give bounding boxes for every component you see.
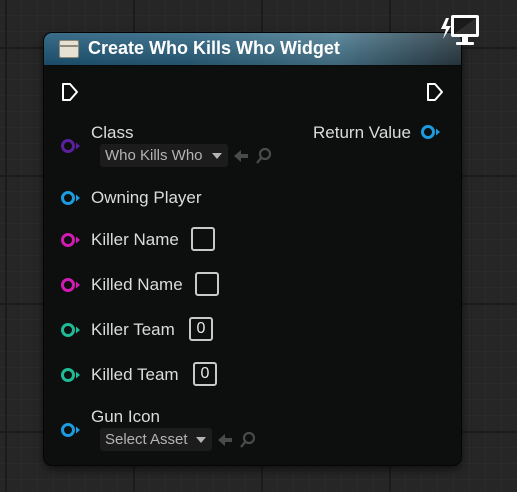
class-pin[interactable] [60, 139, 82, 153]
gun-icon-asset-value: Select Asset [105, 431, 188, 448]
node-title: Create Who Kills Who Widget [88, 38, 340, 58]
use-selected-arrow-icon [234, 150, 248, 162]
owning-player-pin[interactable] [60, 191, 82, 205]
killer-team-input[interactable]: 0 [189, 317, 213, 341]
class-dropdown[interactable]: Who Kills Who [100, 144, 228, 167]
class-dropdown-value: Who Kills Who [105, 147, 203, 164]
search-icon [256, 147, 272, 164]
killer-name-input[interactable] [191, 227, 215, 251]
node-header[interactable]: Create Who Kills Who Widget [44, 33, 461, 66]
class-browse-tools[interactable] [233, 146, 275, 166]
blueprint-node[interactable]: Create Who Kills Who Widget Class Who Ki… [44, 33, 461, 465]
owning-player-label: Owning Player [91, 188, 202, 207]
killer-name-label: Killer Name [91, 230, 179, 249]
return-value-pin[interactable] [420, 125, 442, 139]
gun-icon-asset-picker[interactable]: Select Asset [100, 428, 212, 451]
return-value-label: Return Value [313, 123, 411, 142]
killed-team-pin[interactable] [60, 368, 82, 382]
network-monitor-icon [441, 15, 479, 45]
killed-team-input[interactable]: 0 [193, 362, 217, 386]
gun-icon-pin[interactable] [60, 423, 82, 437]
chevron-down-icon [196, 437, 206, 443]
search-icon [240, 431, 256, 448]
class-label: Class [91, 123, 134, 142]
killer-team-pin[interactable] [60, 323, 82, 337]
killer-name-pin[interactable] [60, 233, 82, 247]
killed-team-label: Killed Team [91, 365, 179, 384]
gun-icon-browse-tools[interactable] [217, 430, 259, 450]
killed-name-pin[interactable] [60, 278, 82, 292]
killed-name-label: Killed Name [91, 275, 183, 294]
gun-icon-label: Gun Icon [91, 407, 160, 426]
killed-name-input[interactable] [195, 272, 219, 296]
exec-out-pin[interactable] [426, 82, 444, 102]
use-selected-arrow-icon [218, 434, 232, 446]
exec-in-pin[interactable] [61, 82, 79, 102]
widget-icon [59, 40, 79, 58]
chevron-down-icon [212, 153, 222, 159]
killer-team-label: Killer Team [91, 320, 175, 339]
